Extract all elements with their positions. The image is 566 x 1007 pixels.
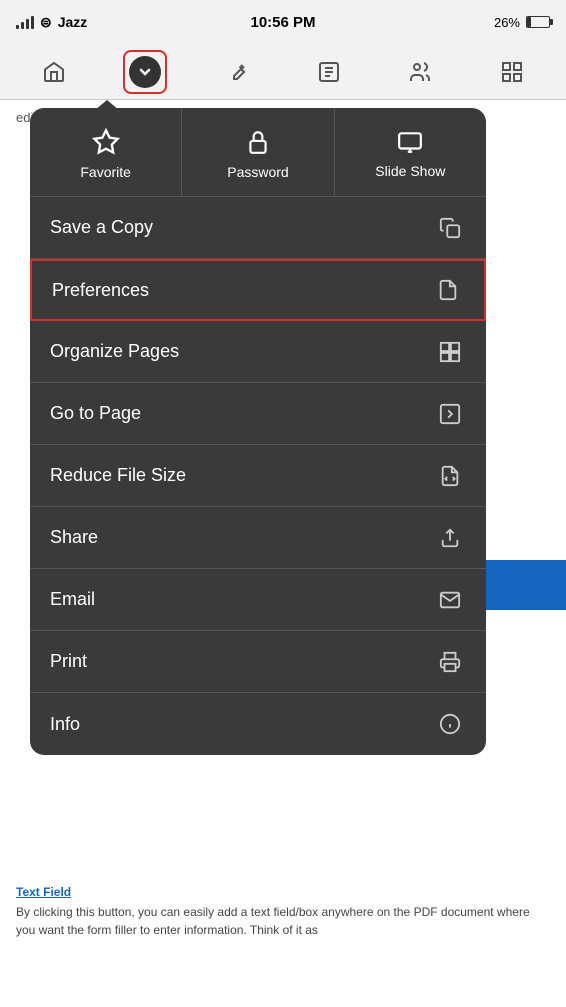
print-button[interactable]: Print [30,631,486,693]
password-button[interactable]: Password [182,108,334,196]
copy-icon [434,212,466,244]
dropdown-arrow [95,100,119,110]
share-button[interactable]: Share [30,507,486,569]
print-label: Print [50,651,87,672]
people-button[interactable] [398,50,442,94]
right-sidebar-blue [484,560,566,610]
arrow-right-icon [434,398,466,430]
battery-percent: 26% [494,15,520,30]
bottom-content: Text Field By clicking this button, you … [0,877,566,1007]
go-to-page-label: Go to Page [50,403,141,424]
document-icon [432,274,464,306]
menu-top-section: Favorite Password Slide Show [30,108,486,197]
email-icon [434,584,466,616]
favorite-label: Favorite [80,164,131,180]
preferences-label: Preferences [52,280,149,301]
dropdown-menu: Favorite Password Slide Show Save a Copy [30,108,486,755]
favorite-button[interactable]: Favorite [30,108,182,196]
pen-button[interactable] [215,50,259,94]
email-button[interactable]: Email [30,569,486,631]
reduce-file-size-button[interactable]: Reduce File Size [30,445,486,507]
status-bar: ⊜ Jazz 10:56 PM 26% [0,0,566,44]
status-battery: 26% [494,15,550,30]
bottom-label: Text Field [16,885,550,899]
carrier-label: Jazz [58,14,88,30]
organize-pages-label: Organize Pages [50,341,179,362]
status-time: 10:56 PM [250,14,315,31]
email-label: Email [50,589,95,610]
slideshow-button[interactable]: Slide Show [335,108,486,196]
home-button[interactable] [32,50,76,94]
wifi-icon: ⊜ [40,14,52,31]
save-copy-button[interactable]: Save a Copy [30,197,486,259]
compress-icon [434,460,466,492]
signal-icon [16,15,34,29]
chevron-circle [129,56,161,88]
organize-icon [434,336,466,368]
grid-button[interactable] [490,50,534,94]
share-icon [434,522,466,554]
top-toolbar [0,44,566,100]
status-carrier: ⊜ Jazz [16,14,87,31]
reduce-file-size-label: Reduce File Size [50,465,186,486]
share-label: Share [50,527,98,548]
chevron-down-button[interactable] [123,50,167,94]
print-icon [434,646,466,678]
bottom-body: By clicking this button, you can easily … [16,903,550,939]
password-label: Password [227,164,288,180]
info-label: Info [50,714,80,735]
slideshow-label: Slide Show [375,163,445,179]
info-button[interactable]: Info [30,693,486,755]
text-edit-button[interactable] [307,50,351,94]
battery-icon [526,16,550,28]
organize-pages-button[interactable]: Organize Pages [30,321,486,383]
go-to-page-button[interactable]: Go to Page [30,383,486,445]
info-icon [434,708,466,740]
preferences-button[interactable]: Preferences [30,259,486,321]
save-copy-label: Save a Copy [50,217,153,238]
